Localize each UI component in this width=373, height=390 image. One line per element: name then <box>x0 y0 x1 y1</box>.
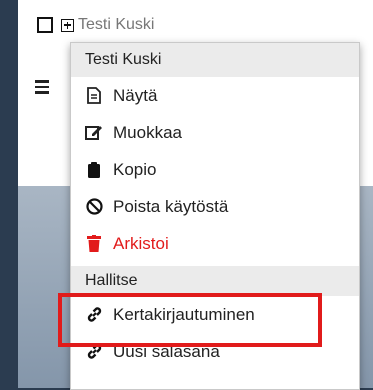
highlight-box <box>58 293 322 347</box>
user-row: Testi Kuski <box>18 8 373 42</box>
menu-section-manage: Hallitse <box>71 266 359 296</box>
document-icon <box>85 87 103 105</box>
menu-header: Testi Kuski <box>71 43 359 77</box>
expand-icon[interactable] <box>61 18 74 32</box>
user-name-link[interactable]: Testi Kuski <box>78 16 154 34</box>
menu-item-disable[interactable]: Poista käytöstä <box>71 188 359 225</box>
clipboard-icon <box>85 161 103 179</box>
menu-item-copy[interactable]: Kopio <box>71 151 359 188</box>
row-checkbox[interactable] <box>37 17 53 33</box>
menu-item-label: Arkistoi <box>113 233 169 253</box>
menu-item-archive[interactable]: Arkistoi <box>71 225 359 262</box>
trash-icon <box>85 235 103 253</box>
menu-item-label: Poista käytöstä <box>113 196 229 216</box>
menu-item-label: Muokkaa <box>113 122 182 142</box>
ban-icon <box>85 198 103 216</box>
menu-item-show[interactable]: Näytä <box>71 77 359 114</box>
menu-item-edit[interactable]: Muokkaa <box>71 114 359 151</box>
hamburger-icon[interactable] <box>35 80 49 97</box>
edit-icon <box>85 124 103 142</box>
menu-item-label: Näytä <box>113 85 158 105</box>
menu-item-label: Kopio <box>113 159 157 179</box>
